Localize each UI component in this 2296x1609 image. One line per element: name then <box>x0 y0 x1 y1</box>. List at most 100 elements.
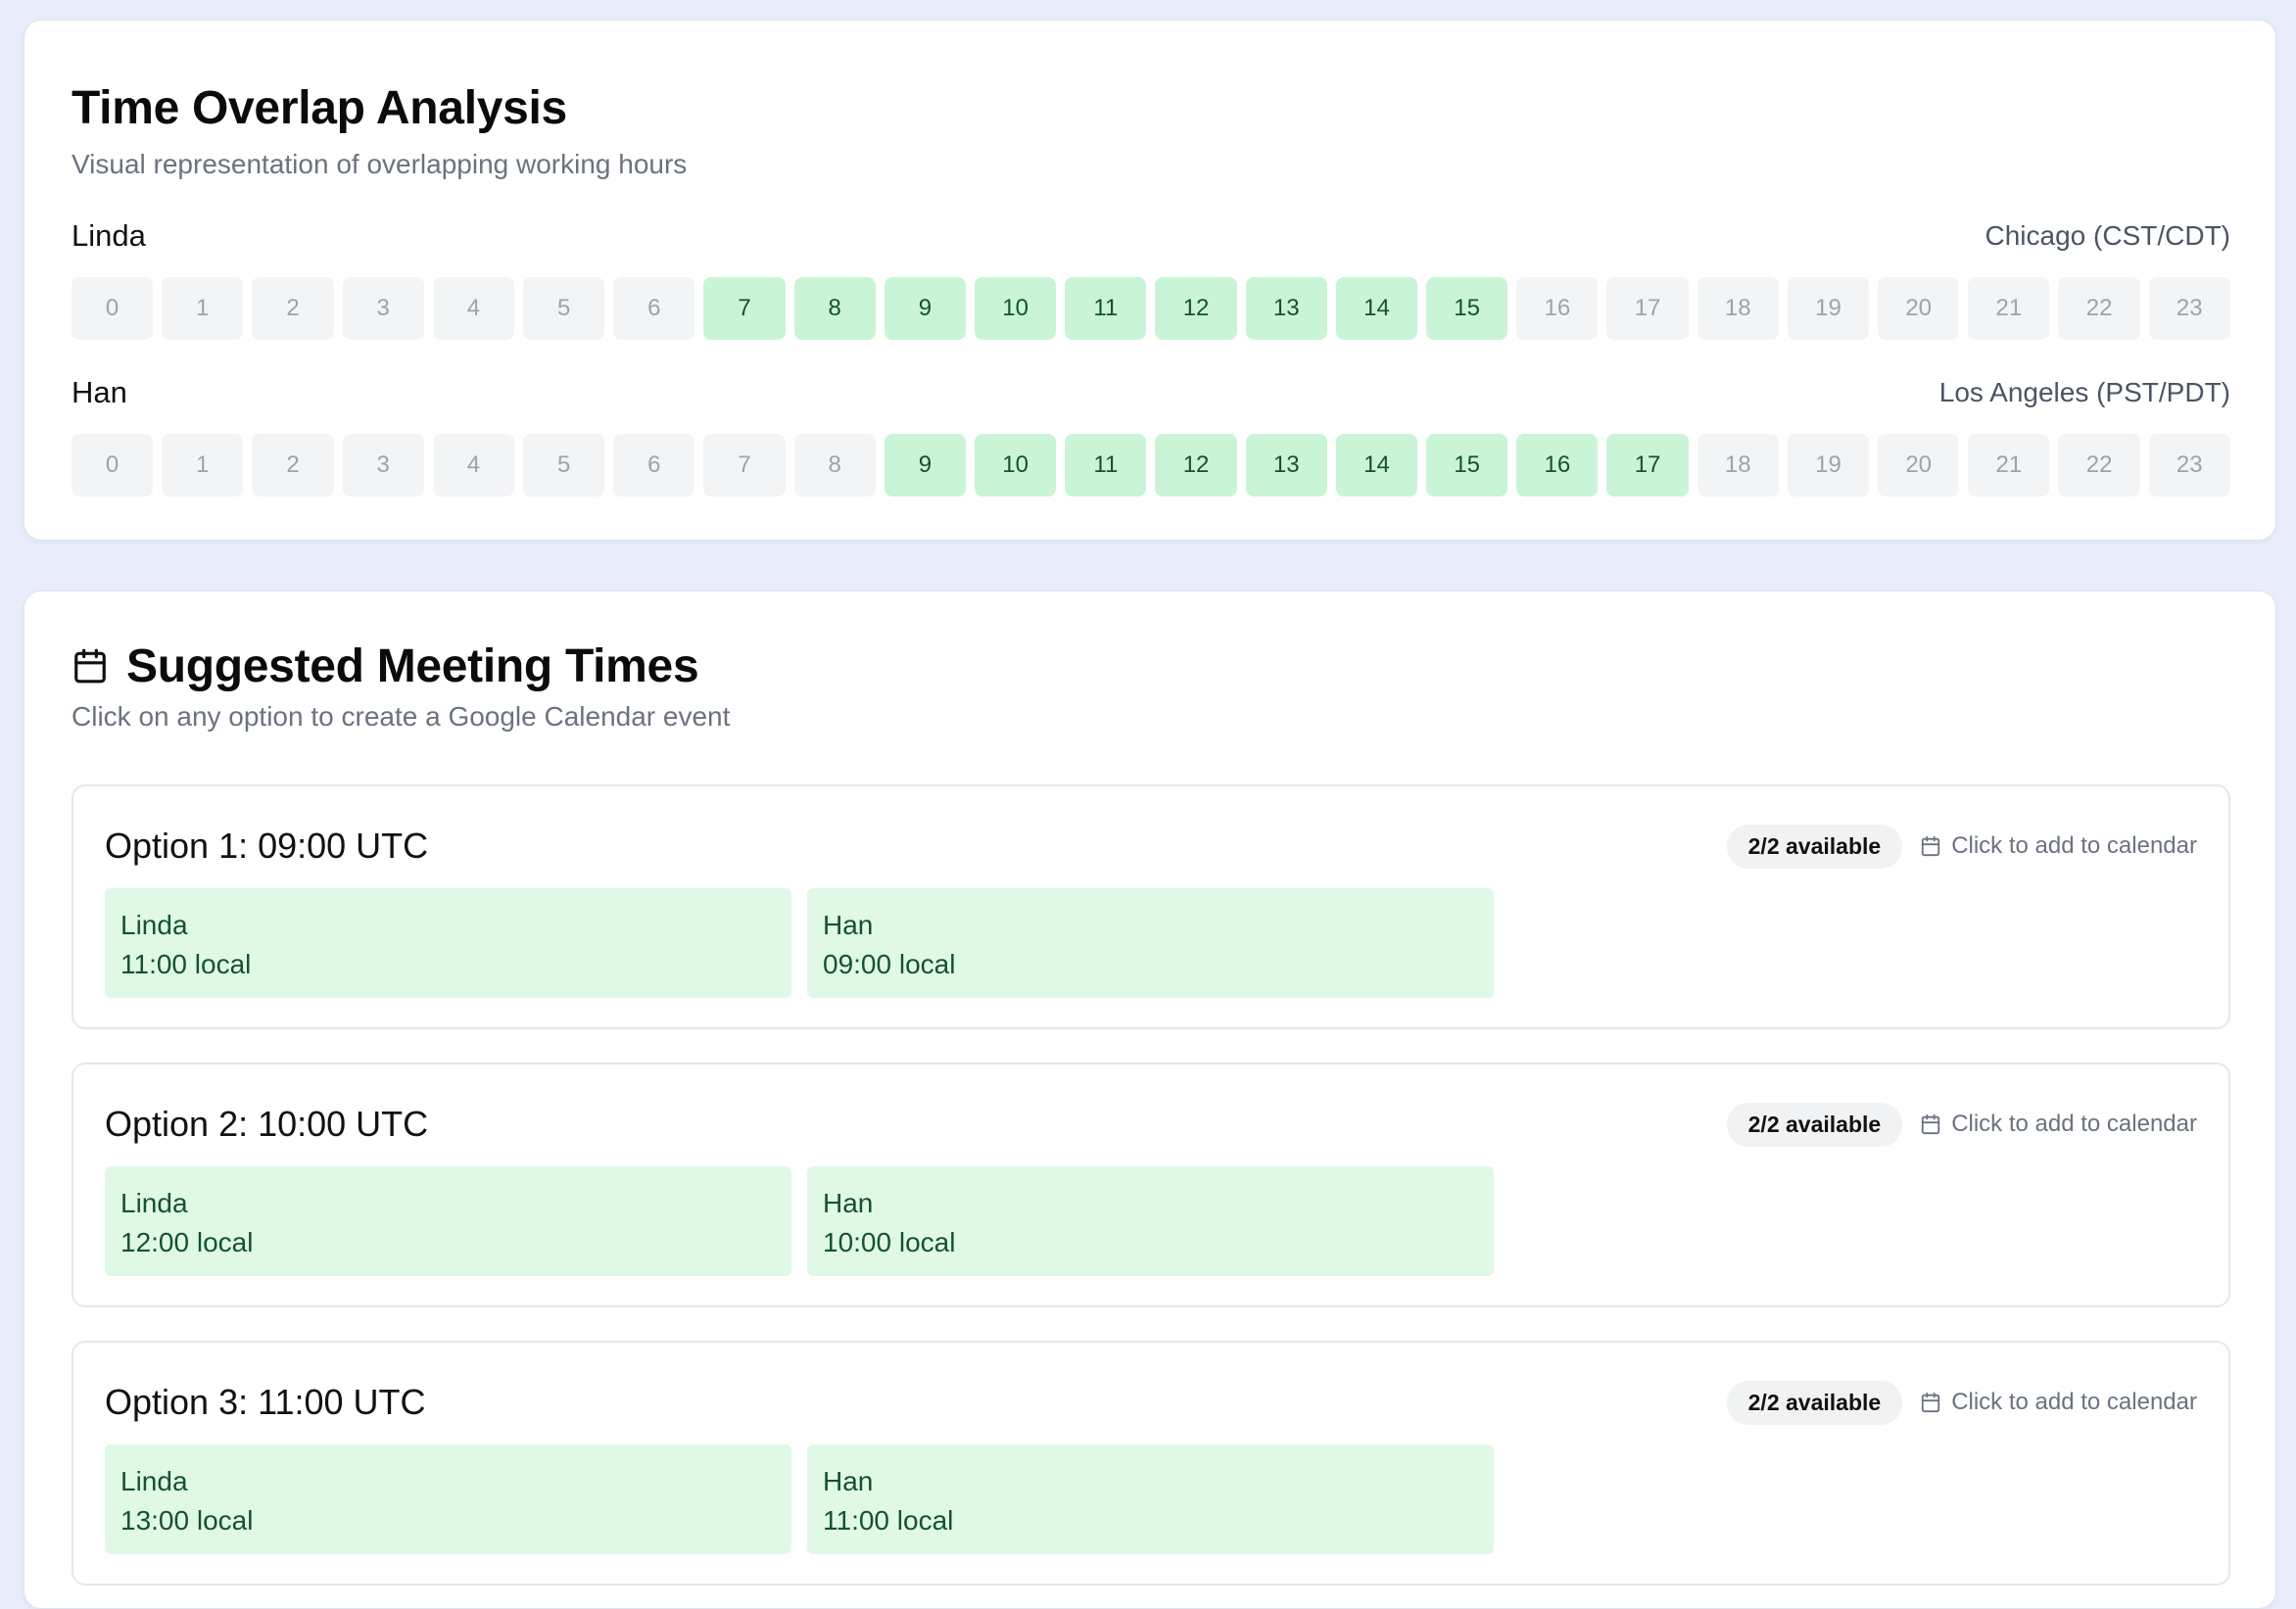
add-to-calendar-label: Click to add to calendar <box>1951 1111 2197 1137</box>
hour-cell: 12 <box>1155 434 1237 497</box>
hour-cell: 10 <box>975 277 1057 340</box>
meetings-title: Suggested Meeting Times <box>126 639 699 692</box>
hour-cell: 3 <box>342 434 424 497</box>
hour-cell: 5 <box>523 277 605 340</box>
hour-cell: 13 <box>1245 434 1327 497</box>
add-to-calendar-link[interactable]: Click to add to calendar <box>1920 1389 2197 1416</box>
hour-cell: 17 <box>1606 434 1689 497</box>
participant-slot: Linda 12:00 local <box>105 1166 791 1276</box>
participant-slot: Linda 11:00 local <box>105 888 791 998</box>
hour-cell: 12 <box>1155 277 1237 340</box>
meeting-option-1[interactable]: Option 1: 09:00 UTC 2/2 available Click … <box>72 784 2230 1029</box>
hour-cell: 5 <box>523 434 605 497</box>
hour-strip: 0 1 2 3 4 5 6 7 8 9 10 11 12 13 14 15 16 17 18 19 20 21 22 23 <box>72 277 2230 340</box>
hour-cell: 18 <box>1697 277 1779 340</box>
add-to-calendar-link[interactable]: Click to add to calendar <box>1920 832 2197 860</box>
calendar-icon <box>1922 835 1940 857</box>
hour-cell: 9 <box>884 434 967 497</box>
overlap-title: Time Overlap Analysis <box>72 82 567 134</box>
slot-name: Han <box>823 910 874 940</box>
hour-cell: 3 <box>342 277 424 340</box>
hour-cell: 23 <box>2148 277 2230 340</box>
hour-cell: 6 <box>613 434 695 497</box>
person-row-han: Han Los Angeles (PST/PDT) 0 1 2 3 4 5 6 7 8 9 10 11… <box>72 373 2230 497</box>
hour-cell: 2 <box>252 434 334 497</box>
hour-cell: 11 <box>1065 434 1147 497</box>
person-name: Linda <box>72 218 146 253</box>
person-timezone: Chicago (CST/CDT) <box>1985 220 2230 251</box>
hour-cell: 15 <box>1426 434 1508 497</box>
participant-slot: Linda 13:00 local <box>105 1444 791 1554</box>
hour-cell: 14 <box>1335 277 1418 340</box>
hour-cell: 11 <box>1065 277 1147 340</box>
person-name: Han <box>72 375 127 409</box>
hour-cell: 0 <box>72 277 154 340</box>
slot-time: 12:00 local <box>120 1227 254 1257</box>
hour-cell: 19 <box>1787 277 1870 340</box>
availability-badge: 2/2 available <box>1726 824 1903 869</box>
hour-cell: 1 <box>162 434 244 497</box>
availability-badge: 2/2 available <box>1726 1102 1903 1147</box>
slot-time: 09:00 local <box>823 949 956 979</box>
hour-cell: 7 <box>703 277 786 340</box>
hour-cell: 21 <box>1968 434 2050 497</box>
hour-cell: 2 <box>252 277 334 340</box>
hour-cell: 13 <box>1245 277 1327 340</box>
meetings-header: Suggested Meeting Times <box>72 635 699 697</box>
hour-cell: 19 <box>1787 434 1870 497</box>
hour-cell: 14 <box>1335 434 1418 497</box>
add-to-calendar-link[interactable]: Click to add to calendar <box>1920 1111 2197 1138</box>
hour-cell: 20 <box>1878 277 1960 340</box>
suggested-meetings-card: Suggested Meeting Times Click on any opt… <box>24 591 2276 1609</box>
participant-slot: Han 09:00 local <box>807 888 1494 998</box>
hour-cell: 23 <box>2148 434 2230 497</box>
participant-slot: Han 10:00 local <box>807 1166 1494 1276</box>
hour-cell: 8 <box>793 434 876 497</box>
slot-name: Han <box>823 1188 874 1218</box>
slot-time: 13:00 local <box>120 1505 254 1536</box>
hour-cell: 6 <box>613 277 695 340</box>
person-timezone: Los Angeles (PST/PDT) <box>1938 377 2230 407</box>
calendar-icon <box>74 648 106 684</box>
hour-cell: 9 <box>884 277 967 340</box>
meetings-subtitle: Click on any option to create a Google C… <box>72 701 731 732</box>
slot-time: 10:00 local <box>823 1227 956 1257</box>
hour-cell: 20 <box>1878 434 1960 497</box>
hour-cell: 8 <box>793 277 876 340</box>
option-title: Option 1: 09:00 UTC <box>105 826 429 866</box>
hour-cell: 10 <box>975 434 1057 497</box>
hour-cell: 15 <box>1426 277 1508 340</box>
overlap-subtitle: Visual representation of overlapping wor… <box>72 149 688 179</box>
hour-cell: 0 <box>72 434 154 497</box>
meeting-option-2[interactable]: Option 2: 10:00 UTC 2/2 available Click … <box>72 1063 2230 1307</box>
slot-time: 11:00 local <box>823 1505 954 1536</box>
slot-time: 11:00 local <box>120 949 252 979</box>
hour-cell: 22 <box>2058 434 2140 497</box>
time-overlap-card: Time Overlap Analysis Visual representat… <box>24 20 2276 541</box>
participant-slot: Han 11:00 local <box>807 1444 1494 1554</box>
hour-cell: 16 <box>1516 434 1599 497</box>
availability-badge: 2/2 available <box>1726 1380 1903 1425</box>
person-row-linda: Linda Chicago (CST/CDT) 0 1 2 3 4 5 6 7 8 9 10 11 12… <box>72 216 2230 340</box>
hour-cell: 16 <box>1516 277 1599 340</box>
hour-strip: 0 1 2 3 4 5 6 7 8 9 10 11 12 13 14 15 16 17 18 19 20 21 22 23 <box>72 434 2230 497</box>
add-to-calendar-label: Click to add to calendar <box>1951 832 2197 859</box>
meeting-option-3[interactable]: Option 3: 11:00 UTC 2/2 available Click … <box>72 1341 2230 1585</box>
slot-name: Linda <box>120 910 188 940</box>
slot-name: Han <box>823 1466 874 1496</box>
slot-name: Linda <box>120 1188 188 1218</box>
hour-cell: 1 <box>162 277 244 340</box>
hour-cell: 21 <box>1968 277 2050 340</box>
add-to-calendar-label: Click to add to calendar <box>1951 1389 2197 1415</box>
option-title: Option 3: 11:00 UTC <box>105 1382 426 1422</box>
slot-name: Linda <box>120 1466 188 1496</box>
hour-cell: 4 <box>432 434 515 497</box>
hour-cell: 7 <box>703 434 786 497</box>
hour-cell: 17 <box>1606 277 1689 340</box>
option-title: Option 2: 10:00 UTC <box>105 1104 429 1144</box>
hour-cell: 18 <box>1697 434 1779 497</box>
calendar-icon <box>1922 1392 1940 1413</box>
hour-cell: 22 <box>2058 277 2140 340</box>
calendar-icon <box>1922 1113 1940 1135</box>
hour-cell: 4 <box>432 277 515 340</box>
